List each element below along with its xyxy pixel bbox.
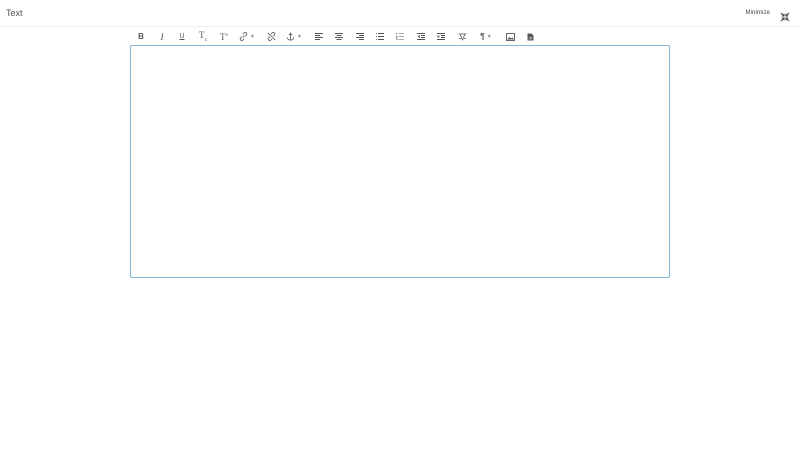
align-center-button[interactable]: [334, 29, 344, 44]
unlink-icon: [267, 32, 275, 41]
outdent-icon: [417, 33, 425, 40]
numbered-list-button[interactable]: [395, 29, 405, 44]
decrease-indent-button[interactable]: [416, 29, 426, 44]
bulleted-list-icon: [376, 33, 384, 40]
unlink-button[interactable]: [265, 29, 277, 44]
collapse-icon[interactable]: [780, 9, 790, 22]
panel-header: Text Minimize: [0, 0, 800, 27]
italic-icon: I: [160, 31, 164, 42]
chevron-down-icon: ▼: [250, 33, 255, 40]
align-right-icon: [356, 33, 364, 40]
minimize-button[interactable]: Minimize: [746, 10, 770, 16]
superscript-button[interactable]: Tx: [217, 29, 231, 44]
align-left-button[interactable]: [314, 29, 324, 44]
superscript-icon: Tx: [220, 31, 228, 42]
align-left-icon: [315, 33, 323, 40]
subscript-icon: Tx: [199, 30, 207, 43]
underline-button[interactable]: U: [176, 29, 188, 44]
italic-button[interactable]: I: [156, 29, 168, 44]
indent-icon: [437, 33, 445, 40]
paragraph-icon: ¶: [480, 32, 485, 41]
link-icon: [239, 32, 248, 41]
subscript-button[interactable]: Tx: [196, 29, 210, 44]
editor-toolbar: B I U Tx Tx ▼ ▼ ¶ ▼: [131, 29, 670, 44]
clear-formatting-button[interactable]: [456, 29, 468, 44]
image-icon: [505, 32, 515, 41]
insert-file-button[interactable]: [525, 29, 535, 44]
align-right-button[interactable]: [355, 29, 365, 44]
increase-indent-button[interactable]: [436, 29, 446, 44]
bold-button[interactable]: B: [135, 29, 147, 44]
text-editor-area[interactable]: [130, 45, 670, 278]
insert-link-button[interactable]: ▼: [238, 29, 256, 44]
bold-icon: B: [138, 32, 144, 41]
anchor-button[interactable]: ▼: [285, 29, 303, 44]
paragraph-format-button[interactable]: ¶ ▼: [477, 29, 495, 44]
panel-title: Text: [6, 8, 23, 18]
insert-image-button[interactable]: [504, 29, 516, 44]
file-icon: [527, 33, 533, 40]
align-center-icon: [335, 33, 343, 40]
underline-icon: U: [179, 33, 185, 40]
chevron-down-icon: ▼: [486, 33, 492, 40]
bulleted-list-button[interactable]: [375, 29, 385, 44]
anchor-icon: [286, 32, 295, 41]
clear-formatting-icon: [458, 33, 466, 41]
chevron-down-icon: ▼: [297, 33, 302, 40]
numbered-list-icon: [396, 33, 404, 40]
